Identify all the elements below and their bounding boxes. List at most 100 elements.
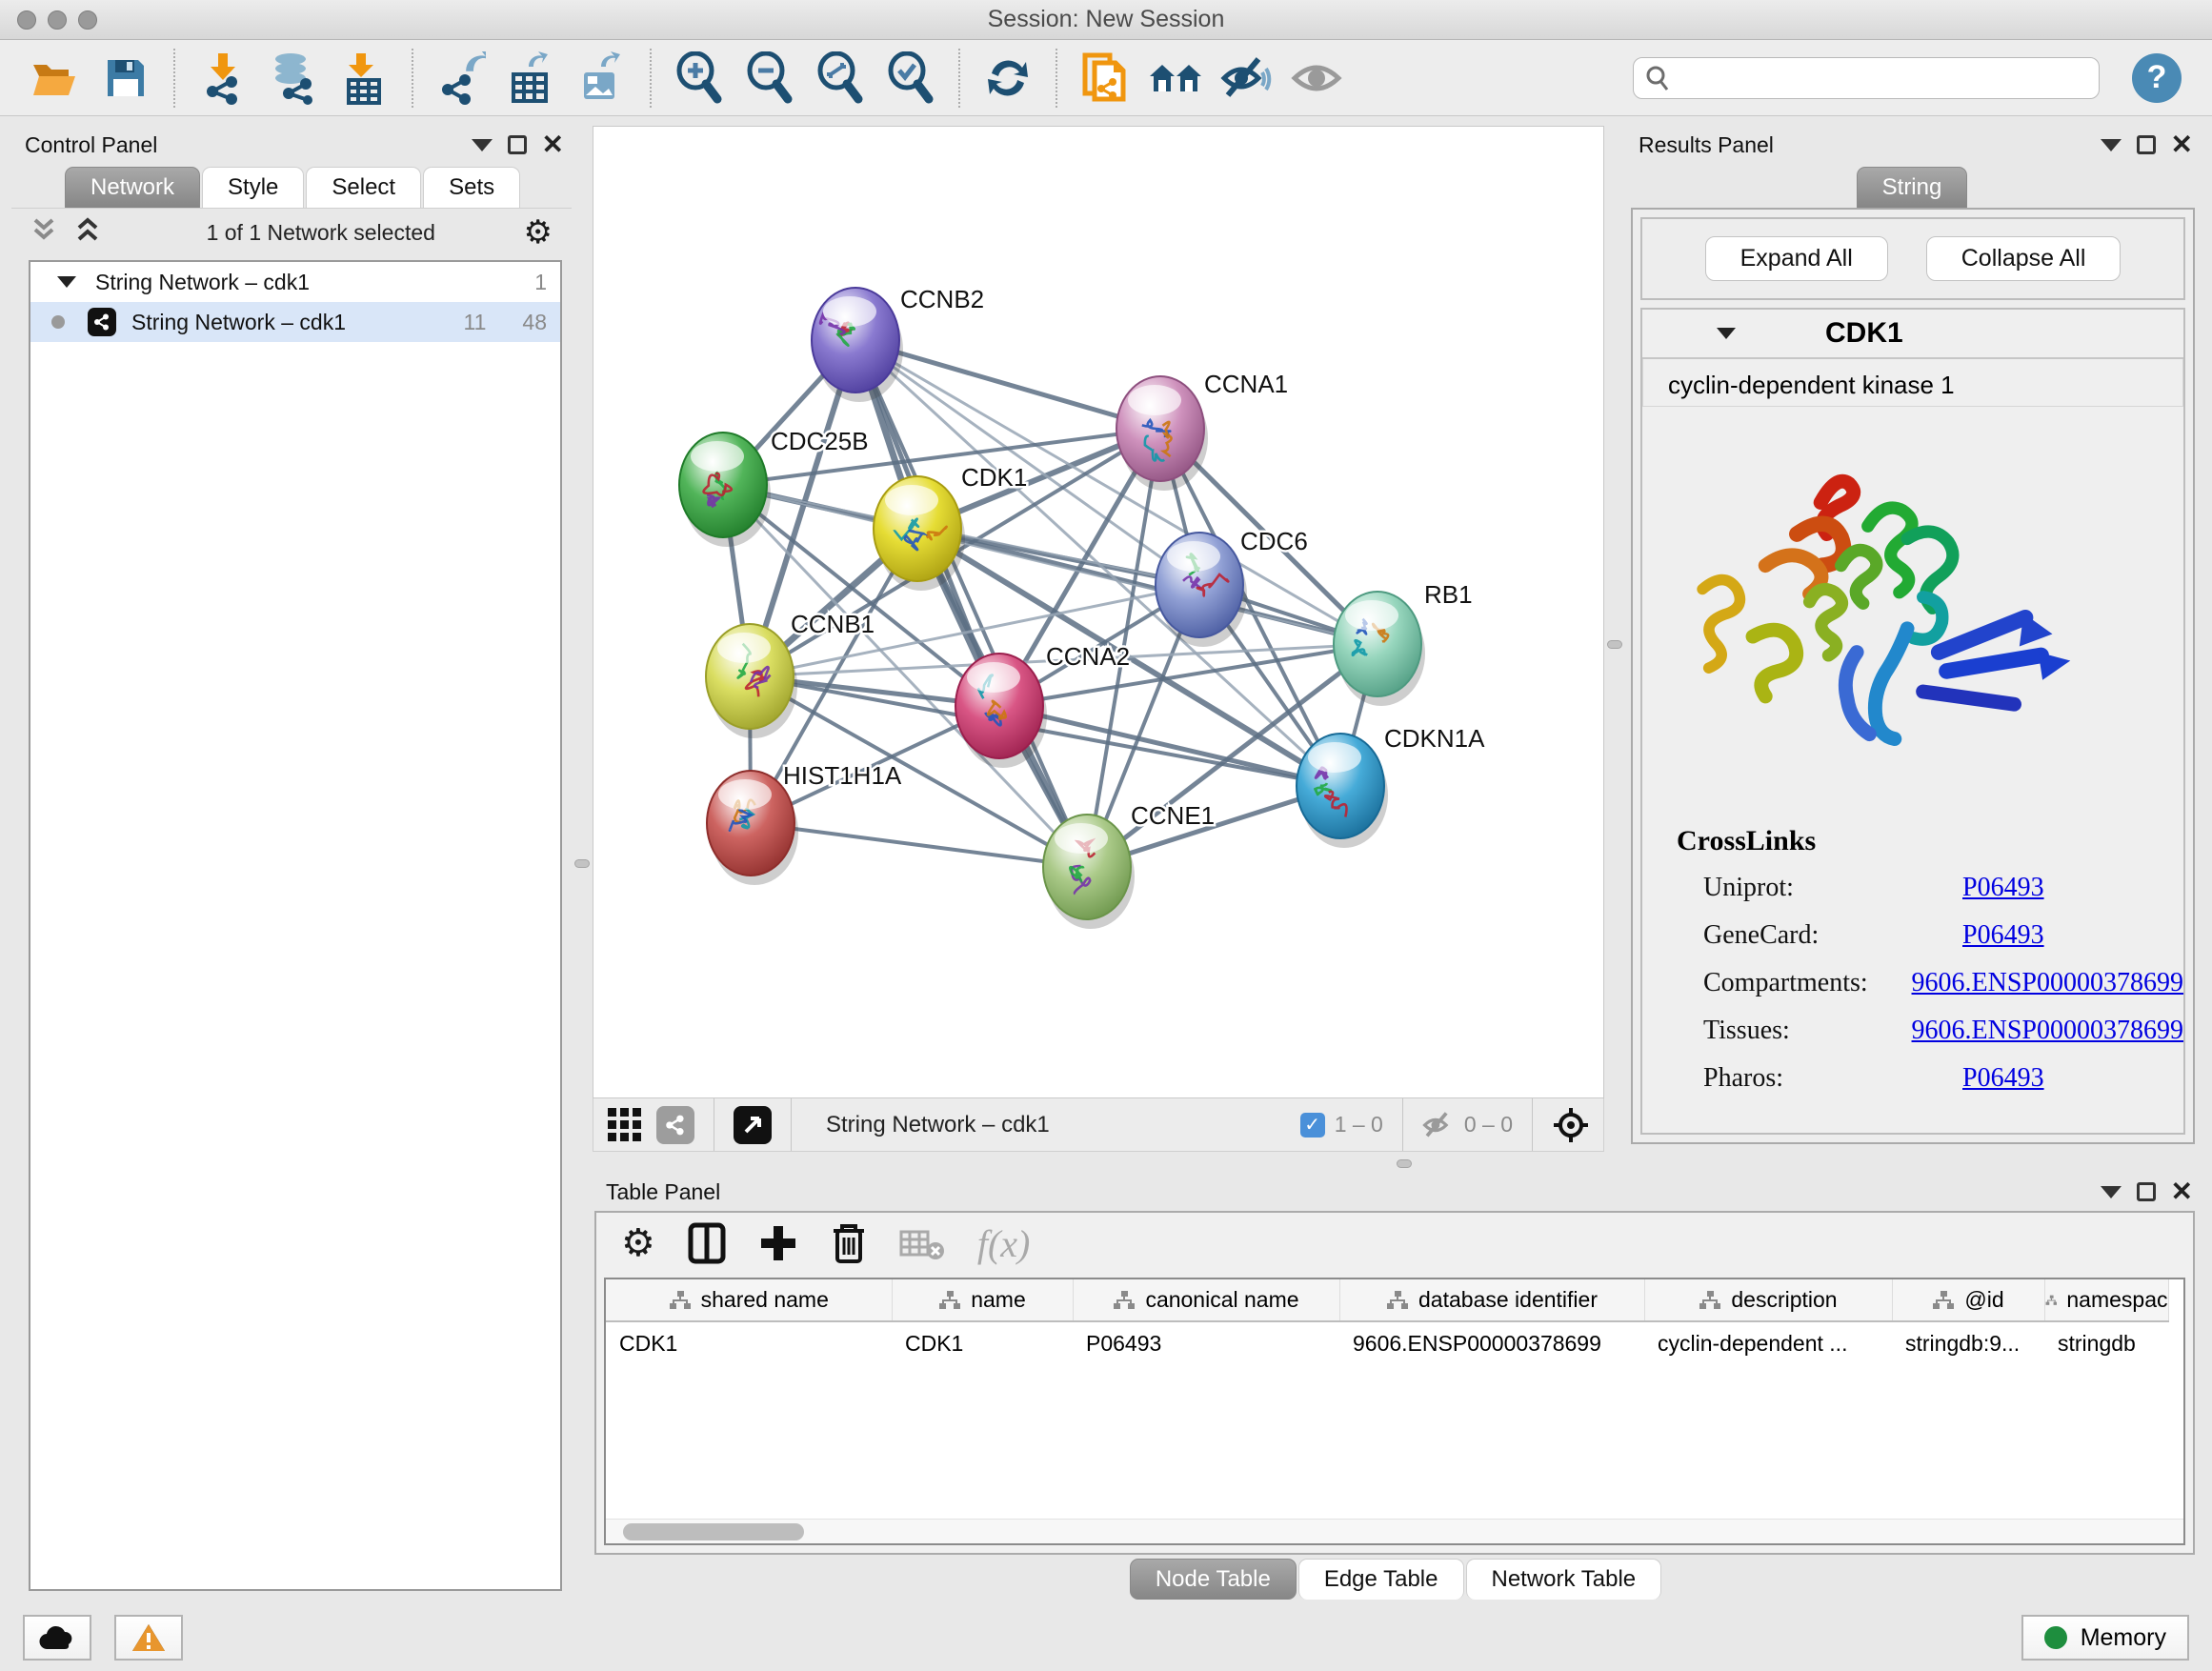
node-table[interactable]: shared namenamecanonical namedatabase id…	[604, 1278, 2185, 1545]
table-cell[interactable]: stringdb:9...	[1892, 1321, 2044, 1365]
birds-eye-view-icon[interactable]	[734, 1106, 772, 1144]
network-collection-row[interactable]: String Network – cdk1 1	[30, 262, 560, 302]
node-CDK1[interactable]: CDK1	[874, 463, 1027, 591]
tab-style[interactable]: Style	[202, 167, 304, 208]
table-cell[interactable]: stringdb	[2044, 1321, 2168, 1365]
right-splitter[interactable]	[1604, 126, 1625, 1152]
export-network-icon[interactable]	[431, 48, 492, 109]
node-RB1[interactable]: RB1	[1334, 580, 1473, 706]
table-options-gear-icon[interactable]: ⚙	[621, 1224, 655, 1262]
help-icon[interactable]: ?	[2132, 53, 2182, 103]
tab-string[interactable]: String	[1857, 167, 1968, 208]
export-table-icon[interactable]	[501, 48, 562, 109]
expand-all-button[interactable]: Expand All	[1705, 236, 1888, 281]
add-column-icon[interactable]	[758, 1223, 798, 1263]
current-network-bullet	[51, 315, 65, 329]
fit-content-icon[interactable]	[1552, 1106, 1590, 1144]
zoom-in-icon[interactable]	[669, 48, 730, 109]
float-panel-icon[interactable]	[508, 135, 527, 154]
collapse-panel-icon[interactable]	[472, 139, 493, 151]
hide-selected-icon[interactable]	[1216, 48, 1277, 109]
node-CDKN1A[interactable]: CDKN1A	[1297, 724, 1485, 848]
tab-sets[interactable]: Sets	[423, 167, 520, 208]
crosslink-link[interactable]: P06493	[1962, 873, 2044, 903]
import-network-icon[interactable]	[192, 48, 253, 109]
close-panel-icon[interactable]: ✕	[542, 135, 564, 154]
node-CDC25B[interactable]: CDC25B	[679, 427, 869, 547]
table-row[interactable]: CDK1CDK1P064939606.ENSP00000378699cyclin…	[606, 1321, 2168, 1365]
tab-network-table[interactable]: Network Table	[1466, 1559, 1662, 1600]
crosslink-link[interactable]: P06493	[1962, 920, 2044, 951]
delete-table-icon[interactable]	[899, 1226, 945, 1260]
node-CCNE1[interactable]: CCNE1	[1043, 801, 1215, 929]
protein-structure-image	[1642, 407, 2183, 800]
tab-node-table[interactable]: Node Table	[1130, 1559, 1297, 1600]
copy-style-icon[interactable]	[1075, 48, 1136, 109]
crosslink-link[interactable]: 9606.ENSP00000378699	[1912, 968, 2183, 998]
memory-button[interactable]: Memory	[2021, 1615, 2189, 1661]
node-CCNB1[interactable]: CCNB1	[706, 610, 875, 738]
zoom-out-icon[interactable]	[739, 48, 800, 109]
crosslink-link[interactable]: P06493	[1962, 1063, 2044, 1094]
close-results-icon[interactable]: ✕	[2171, 135, 2193, 154]
show-columns-icon[interactable]	[688, 1222, 726, 1264]
column-header-database-identifier[interactable]: database identifier	[1339, 1279, 1644, 1321]
column-header--id[interactable]: @id	[1892, 1279, 2044, 1321]
grid-view-icon[interactable]	[607, 1107, 643, 1143]
function-builder-icon[interactable]: f(x)	[977, 1221, 1031, 1266]
refresh-icon[interactable]	[977, 48, 1038, 109]
network-row[interactable]: String Network – cdk1 11 48	[30, 302, 560, 342]
home-icon[interactable]	[1145, 48, 1206, 109]
node-CCNB2[interactable]: CCNB2	[812, 285, 984, 402]
string-style-icon[interactable]	[656, 1106, 694, 1144]
node-CDC6[interactable]: CDC6	[1156, 527, 1308, 647]
zoom-fit-icon[interactable]	[810, 48, 871, 109]
table-cell[interactable]: CDK1	[606, 1321, 892, 1365]
table-cell[interactable]: CDK1	[892, 1321, 1073, 1365]
show-all-icon[interactable]	[1286, 48, 1347, 109]
table-horizontal-scrollbar[interactable]	[606, 1519, 2183, 1543]
tab-edge-table[interactable]: Edge Table	[1298, 1559, 1464, 1600]
column-header-shared-name[interactable]: shared name	[606, 1279, 892, 1321]
node-HIST1H1A[interactable]: HIST1H1A	[707, 761, 902, 885]
collapse-all-networks-icon[interactable]	[74, 216, 101, 250]
warning-status-button[interactable]	[114, 1615, 183, 1661]
table-cell[interactable]: 9606.ENSP00000378699	[1339, 1321, 1644, 1365]
edge-HIST1H1A-CCNE1[interactable]	[751, 823, 1087, 867]
tab-select[interactable]: Select	[306, 167, 421, 208]
collapse-results-icon[interactable]	[2101, 139, 2122, 151]
column-header-name[interactable]: name	[892, 1279, 1073, 1321]
crosslink-link[interactable]: 9606.ENSP00000378699	[1912, 1016, 2183, 1046]
table-cell[interactable]: P06493	[1073, 1321, 1339, 1365]
network-options-gear-icon[interactable]: ⚙	[524, 216, 553, 249]
open-session-icon[interactable]	[25, 48, 86, 109]
column-header-canonical-name[interactable]: canonical name	[1073, 1279, 1339, 1321]
crosslink-row: GeneCard:P06493	[1677, 920, 2183, 951]
collection-expand-icon[interactable]	[57, 276, 76, 288]
expand-all-networks-icon[interactable]	[30, 216, 57, 250]
export-image-icon[interactable]	[572, 48, 633, 109]
float-results-icon[interactable]	[2137, 135, 2156, 154]
column-header-namespac[interactable]: namespac	[2044, 1279, 2168, 1321]
zoom-selected-icon[interactable]	[880, 48, 941, 109]
collapse-all-button[interactable]: Collapse All	[1926, 236, 2122, 281]
horizontal-splitter[interactable]	[593, 1152, 2201, 1175]
network-canvas[interactable]: CCNB2CCNA1CDC25BCDK1CDC6RB1CCNB1CCNA2CDK…	[593, 126, 1604, 1098]
search-input[interactable]	[1633, 57, 2100, 99]
column-header-description[interactable]: description	[1644, 1279, 1892, 1321]
left-splitter[interactable]	[572, 126, 593, 1604]
tab-network[interactable]: Network	[65, 167, 200, 208]
close-table-icon[interactable]: ✕	[2171, 1182, 2193, 1201]
table-cell[interactable]: cyclin-dependent ...	[1644, 1321, 1892, 1365]
import-table-icon[interactable]	[333, 48, 394, 109]
edge-CCNA2-CDKN1A[interactable]	[999, 706, 1340, 786]
network-label: String Network – cdk1	[131, 310, 346, 335]
cloud-status-button[interactable]	[23, 1615, 91, 1661]
save-session-icon[interactable]	[95, 48, 156, 109]
import-database-icon[interactable]	[263, 48, 324, 109]
float-table-icon[interactable]	[2137, 1182, 2156, 1201]
collapse-table-icon[interactable]	[2101, 1186, 2122, 1198]
selected-nodes-checkbox[interactable]: ✓	[1300, 1113, 1325, 1137]
delete-column-icon[interactable]	[831, 1221, 867, 1265]
gene-collapse-icon[interactable]	[1717, 328, 1736, 339]
